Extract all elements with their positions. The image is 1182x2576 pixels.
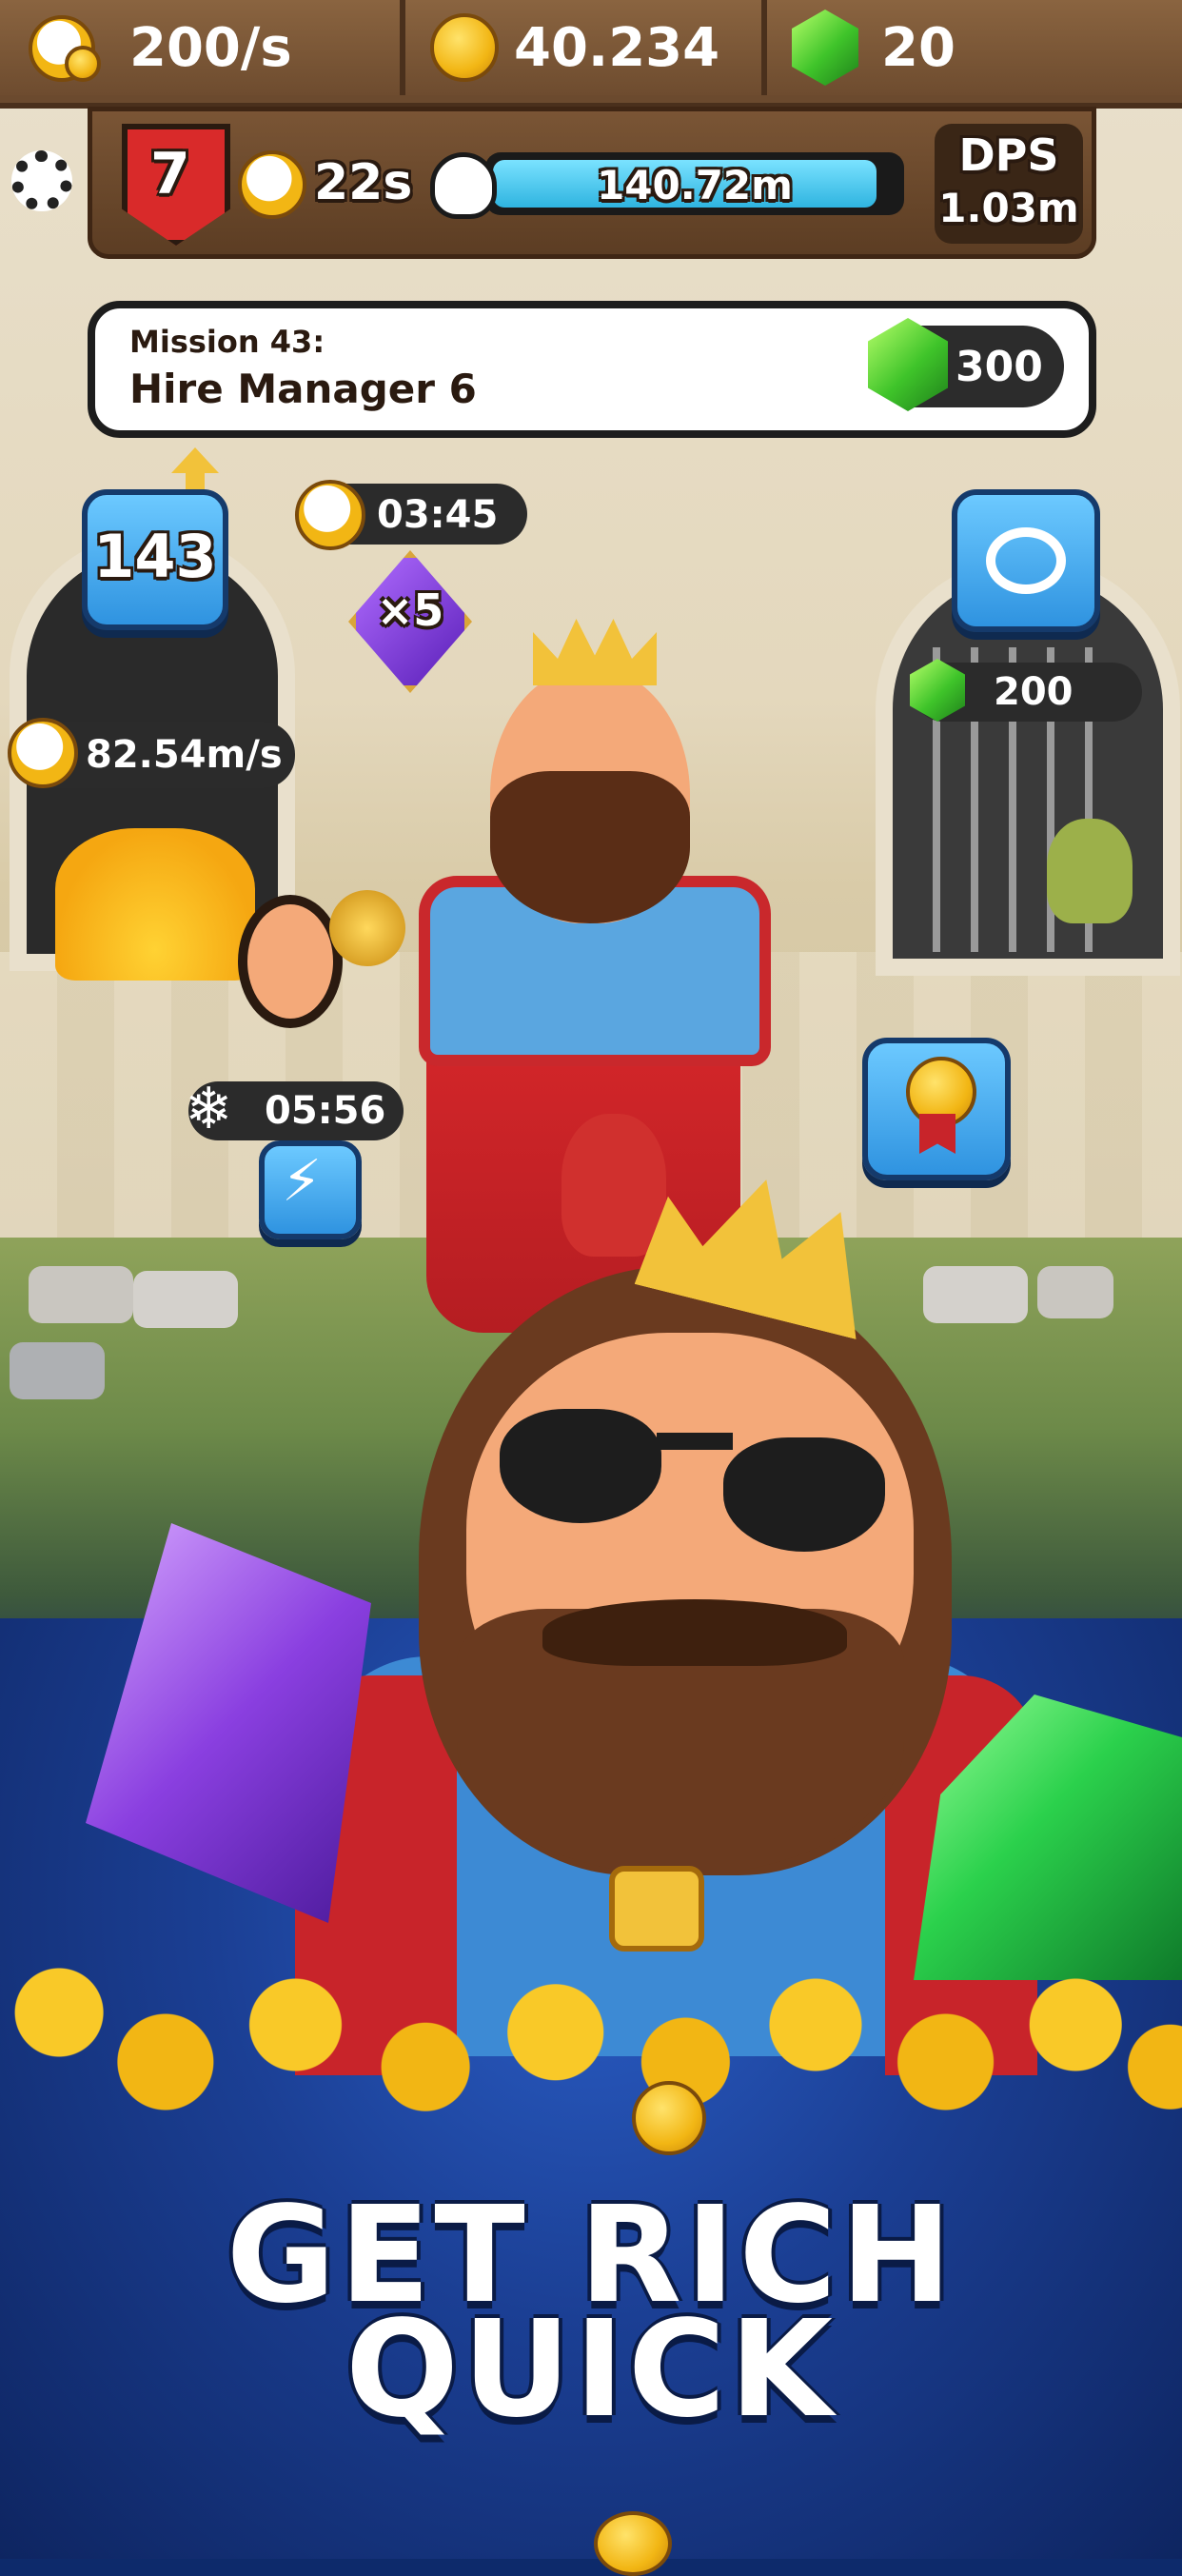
gold-pile[interactable] xyxy=(55,828,255,981)
coin-count: 40.234 xyxy=(514,17,720,79)
level-number: 7 xyxy=(150,141,190,208)
gem-count: 20 xyxy=(881,17,955,79)
mission-reward-value: 300 xyxy=(955,343,1043,391)
jail-cost: 200 xyxy=(994,670,1074,714)
goblin-prisoner[interactable] xyxy=(1047,819,1133,923)
stone xyxy=(133,1271,238,1328)
gear-icon[interactable] xyxy=(11,150,72,211)
timer-icon xyxy=(295,480,365,550)
sunglasses-icon xyxy=(500,1409,661,1523)
income-rate: 200/s xyxy=(129,17,292,79)
mission-task: Hire Manager 6 xyxy=(129,366,477,412)
lightning-icon: ⚡ xyxy=(282,1148,323,1215)
sunglasses-bridge xyxy=(657,1433,733,1450)
falling-coin xyxy=(594,2511,672,2576)
stone xyxy=(1037,1266,1113,1318)
promo-king-mustache xyxy=(542,1599,847,1666)
timer-icon xyxy=(238,150,306,219)
dps-label: DPS xyxy=(958,129,1059,181)
coin-icon xyxy=(430,13,499,82)
stone xyxy=(10,1342,105,1399)
falling-coin xyxy=(632,2081,706,2155)
boss-timer: 22s xyxy=(314,154,413,211)
mission-title: Mission 43: xyxy=(129,324,325,360)
upgrade-level: 143 xyxy=(93,522,217,591)
stone xyxy=(923,1266,1028,1323)
sunglasses-icon xyxy=(723,1437,885,1552)
promo-headline: GET RICH QUICK xyxy=(0,2190,1182,2447)
boss-hp-value: 140.72m xyxy=(597,162,793,208)
multiplier-value: ×5 xyxy=(376,585,444,636)
coin-pile xyxy=(0,1913,1182,2161)
jester-character[interactable] xyxy=(561,1114,666,1257)
timer-coin-icon xyxy=(8,718,78,788)
king-beard xyxy=(490,771,690,923)
gold-sack xyxy=(329,890,405,966)
dps-value: 1.03m xyxy=(938,185,1079,231)
headline-line-2: QUICK xyxy=(345,2292,837,2447)
vault-rate: 82.54m/s xyxy=(86,733,283,777)
freeze-timer: 05:56 xyxy=(265,1089,386,1133)
stone xyxy=(29,1266,133,1323)
handcuffs-icon xyxy=(986,527,1066,594)
coin-icon xyxy=(65,46,101,82)
snowflake-icon: ❄ xyxy=(185,1076,233,1142)
manager-character[interactable] xyxy=(238,895,343,1028)
boost-timer: 03:45 xyxy=(377,493,499,537)
